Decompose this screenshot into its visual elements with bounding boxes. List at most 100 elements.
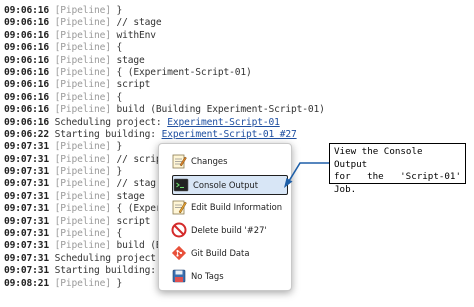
timestamp: 09:07:31 xyxy=(4,141,50,153)
log-text: stage xyxy=(110,190,145,202)
log-text: } xyxy=(110,166,123,178)
pipeline-tag: [Pipeline] xyxy=(54,178,111,190)
menu-item-changes[interactable]: Changes xyxy=(171,151,289,171)
menu-item-label: Edit Build Information xyxy=(191,202,283,212)
log-text: withEnv xyxy=(110,29,157,41)
timestamp: 09:06:16 xyxy=(4,66,50,78)
console-line: 09:06:16 Scheduling project: Experiment-… xyxy=(4,117,474,129)
timestamp: 09:07:31 xyxy=(4,240,50,252)
log-text: script xyxy=(110,215,151,227)
timestamp: 09:06:16 xyxy=(4,5,50,16)
timestamp: 09:06:16 xyxy=(4,79,50,91)
timestamp: 09:06:16 xyxy=(4,91,50,103)
menu-item-no-tags[interactable]: No Tags xyxy=(171,266,289,286)
git-icon xyxy=(171,245,187,261)
console-line: 09:06:16 [Pipeline] build (Building Expe… xyxy=(4,104,474,116)
log-text: Scheduling project: xyxy=(54,116,168,128)
pipeline-tag: [Pipeline] xyxy=(54,203,111,215)
menu-item-git-build-data[interactable]: Git Build Data xyxy=(171,243,289,263)
console-line: 09:06:16 [Pipeline] stage xyxy=(4,55,474,67)
timestamp: 09:07:31 xyxy=(4,228,50,240)
timestamp: 09:07:31 xyxy=(4,190,50,202)
console-line: 09:06:22 Starting building: Experiment-S… xyxy=(4,129,474,141)
console-line: 09:06:16 [Pipeline] withEnv xyxy=(4,30,474,42)
timestamp: 09:07:31 xyxy=(4,166,50,178)
log-text: build (Building Experiment-Script-01) xyxy=(110,104,325,116)
log-text: { xyxy=(110,91,123,103)
pipeline-tag: [Pipeline] xyxy=(54,166,111,178)
changes-notepad-icon xyxy=(172,154,187,169)
menu-item-delete-build[interactable]: Delete build '#27' xyxy=(171,220,289,240)
log-text: { (Experiment-Script-01) xyxy=(110,66,252,78)
timestamp: 09:06:22 xyxy=(4,128,50,140)
console-line: 09:06:16 [Pipeline] script xyxy=(4,79,474,91)
log-text: } xyxy=(110,277,123,289)
callout-word: for xyxy=(334,171,351,182)
pipeline-tag: [Pipeline] xyxy=(54,17,111,29)
console-line: 09:06:16 [Pipeline] { xyxy=(4,42,474,54)
pipeline-tag: [Pipeline] xyxy=(54,91,111,103)
build-link[interactable]: Experiment-Script-01 #27 xyxy=(162,129,297,140)
pipeline-tag: [Pipeline] xyxy=(54,228,111,240)
console-line: 09:06:16 [Pipeline] } xyxy=(4,5,474,17)
timestamp: 09:06:16 xyxy=(4,54,50,66)
log-text: Starting building: xyxy=(54,265,156,277)
log-text: build (B xyxy=(110,240,162,252)
log-text: } xyxy=(110,5,123,16)
log-text: } xyxy=(110,141,123,153)
log-text: stage xyxy=(110,54,145,66)
pipeline-tag: [Pipeline] xyxy=(54,141,111,153)
timestamp: 09:06:16 xyxy=(4,116,50,128)
log-text: { xyxy=(110,228,123,240)
log-text: // scrip xyxy=(110,153,162,165)
pipeline-tag: [Pipeline] xyxy=(54,277,111,289)
pipeline-tag: [Pipeline] xyxy=(54,66,111,78)
console-line: 09:06:16 [Pipeline] { xyxy=(4,92,474,104)
timestamp: 09:06:16 xyxy=(4,42,50,54)
console-line: 09:06:16 [Pipeline] { (Experiment-Script… xyxy=(4,67,474,79)
menu-item-label: No Tags xyxy=(191,271,224,281)
pipeline-tag: [Pipeline] xyxy=(54,5,111,16)
pipeline-tag: [Pipeline] xyxy=(54,104,111,116)
menu-item-label: Git Build Data xyxy=(191,248,250,258)
timestamp: 09:07:31 xyxy=(4,252,50,264)
pipeline-tag: [Pipeline] xyxy=(54,240,111,252)
log-text: // stage xyxy=(110,17,162,29)
timestamp: 09:07:31 xyxy=(4,203,50,215)
menu-item-edit-build-information[interactable]: Edit Build Information xyxy=(171,197,289,217)
callout-line: Job. xyxy=(334,183,357,195)
callout-line: for the 'Script-01' xyxy=(334,171,461,184)
log-text: Scheduling project: xyxy=(54,252,162,264)
timestamp: 09:06:16 xyxy=(4,17,50,29)
timestamp: 09:06:16 xyxy=(4,104,50,116)
timestamp: 09:08:21 xyxy=(4,277,50,289)
log-text: Starting building: xyxy=(54,128,162,140)
edit-notepad-icon xyxy=(172,200,187,215)
timestamp: 09:06:16 xyxy=(4,29,50,41)
save-disk-icon xyxy=(172,269,186,283)
pipeline-tag: [Pipeline] xyxy=(54,190,111,202)
pipeline-tag: [Pipeline] xyxy=(54,54,111,66)
pipeline-tag: [Pipeline] xyxy=(54,42,111,54)
timestamp: 09:07:31 xyxy=(4,215,50,227)
no-entry-icon xyxy=(171,222,187,238)
build-link[interactable]: Experiment-Script-01 xyxy=(167,117,280,128)
menu-item-console-output[interactable]: Console Output xyxy=(172,175,288,195)
pipeline-tag: [Pipeline] xyxy=(54,215,111,227)
pipeline-tag: [Pipeline] xyxy=(54,153,111,165)
callout-word: 'Script-01' xyxy=(400,171,461,182)
callout-word: the xyxy=(367,171,384,182)
log-text: script xyxy=(110,79,151,91)
terminal-icon xyxy=(173,178,189,192)
log-text: { xyxy=(110,42,123,54)
annotation-callout: View the Console Output for the 'Script-… xyxy=(329,143,466,195)
log-text: { (Exper xyxy=(110,203,162,215)
timestamp: 09:07:31 xyxy=(4,178,50,190)
timestamp: 09:07:31 xyxy=(4,153,50,165)
menu-item-label: Console Output xyxy=(193,180,259,190)
menu-item-label: Changes xyxy=(191,156,228,166)
pipeline-tag: [Pipeline] xyxy=(54,79,111,91)
log-text: // stag xyxy=(110,178,157,190)
callout-line: View the Console Output xyxy=(334,146,423,170)
build-context-menu: Changes Console Output Edit Build Inform… xyxy=(158,143,292,291)
